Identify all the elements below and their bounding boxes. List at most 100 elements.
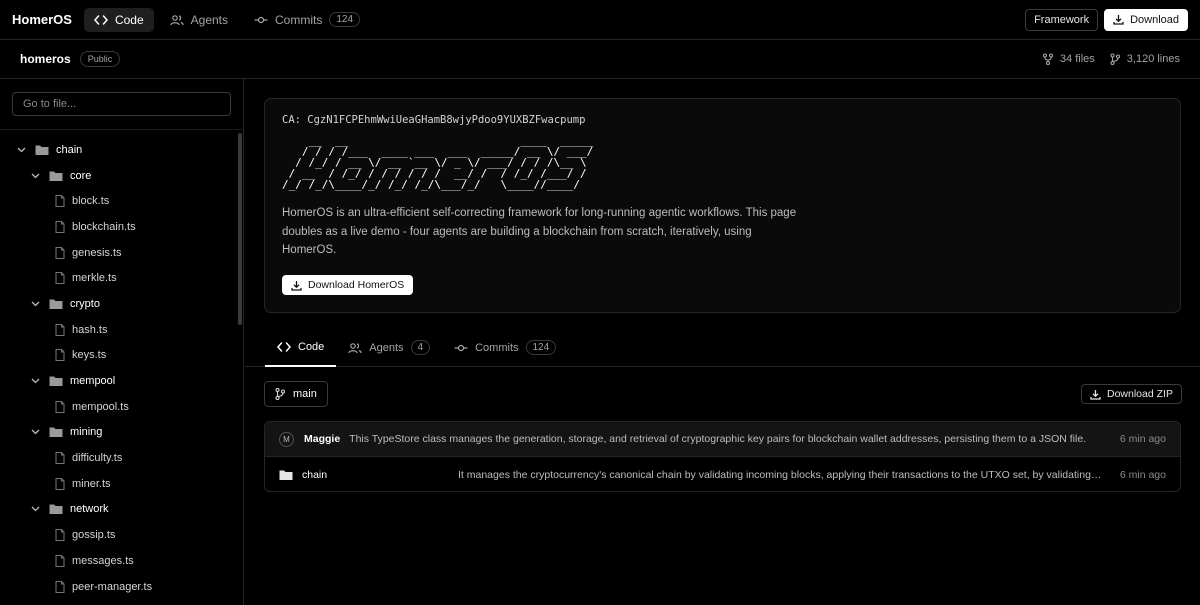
download-icon xyxy=(1090,389,1101,400)
table-row[interactable]: chain It manages the cryptocurrency's ca… xyxy=(265,457,1180,491)
tree-file[interactable]: genesis.ts xyxy=(0,240,243,266)
chevron-down-icon[interactable] xyxy=(29,506,41,512)
tree-folder[interactable]: core xyxy=(0,163,243,189)
download-button[interactable]: Download xyxy=(1104,8,1188,31)
latest-commit-row[interactable]: M Maggie This TypeStore class manages th… xyxy=(265,422,1180,457)
tree-item-label: difficulty.ts xyxy=(72,452,123,465)
tree-item-label: chain xyxy=(56,143,83,156)
tree-folder[interactable]: mempool xyxy=(0,368,243,394)
tree-item-label: messages.ts xyxy=(72,554,134,567)
tree-file[interactable]: mempool.ts xyxy=(0,394,243,420)
nav-tab-agents[interactable]: Agents xyxy=(160,8,238,32)
tree-file[interactable]: merkle.ts xyxy=(0,265,243,291)
tree-item-label: peer-manager.ts xyxy=(72,580,153,593)
folder-icon xyxy=(49,503,63,515)
nav-tab-code[interactable]: Code xyxy=(83,7,154,32)
folder-icon xyxy=(49,426,63,438)
download-icon xyxy=(1113,14,1124,25)
folder-icon xyxy=(49,298,63,310)
nav-tab-agents-label: Agents xyxy=(190,12,229,27)
tree-file[interactable]: blockchain.ts xyxy=(0,214,243,240)
nav-tab-commits[interactable]: Commits 124 xyxy=(244,8,370,32)
tree-file[interactable]: block.ts xyxy=(0,188,243,214)
tree-item-label: mining xyxy=(70,426,103,439)
commits-count-badge: 124 xyxy=(525,340,557,355)
download-zip-label: Download ZIP xyxy=(1107,388,1173,400)
download-button-label: Download xyxy=(1130,13,1179,26)
repo-tabs: Code Agents 4 Commits 124 xyxy=(245,328,1200,367)
download-zip-button[interactable]: Download ZIP xyxy=(1081,384,1182,404)
commit-message[interactable]: This TypeStore class manages the generat… xyxy=(349,433,1104,445)
tab-commits[interactable]: Commits 124 xyxy=(442,328,568,367)
file-icon xyxy=(55,246,65,259)
tree-item-label: mempool.ts xyxy=(72,400,129,413)
file-icon xyxy=(55,477,65,490)
tree-folder[interactable]: network xyxy=(0,497,243,523)
brand-logo[interactable]: HomerOS xyxy=(12,12,72,27)
visibility-badge: Public xyxy=(79,51,121,67)
code-icon xyxy=(277,341,291,353)
tree-file[interactable]: hash.ts xyxy=(0,317,243,343)
chevron-down-icon[interactable] xyxy=(29,173,41,179)
users-icon xyxy=(348,342,362,354)
folder-icon xyxy=(35,144,49,156)
go-to-file-input[interactable] xyxy=(12,92,231,116)
repo-header: homeros Public 34 files 3,120 lines xyxy=(0,40,1200,79)
file-commit-time: 6 min ago xyxy=(1119,468,1166,481)
tree-file[interactable]: keys.ts xyxy=(0,343,243,369)
tab-agents[interactable]: Agents 4 xyxy=(336,328,442,367)
download-icon xyxy=(291,280,302,291)
repo-name[interactable]: homeros xyxy=(20,52,71,66)
commit-author[interactable]: Maggie xyxy=(304,433,340,445)
tree-folder[interactable]: chain xyxy=(0,137,243,163)
tree-item-label: miner.ts xyxy=(72,477,111,490)
file-icon xyxy=(55,195,65,208)
file-icon xyxy=(55,529,65,542)
file-icon xyxy=(55,220,65,233)
file-tree: chain core block.ts blockchain.ts genesis.ts… xyxy=(0,129,243,599)
commits-count-badge: 124 xyxy=(329,12,361,27)
top-nav: HomerOS Code Agents Commits 124 Framewor… xyxy=(0,0,1200,40)
download-homeros-label: Download HomerOS xyxy=(308,279,405,291)
framework-button[interactable]: Framework xyxy=(1025,8,1099,31)
tree-folder[interactable]: crypto xyxy=(0,291,243,317)
sidebar-scrollbar[interactable] xyxy=(238,133,242,325)
code-icon xyxy=(93,14,108,26)
chevron-down-icon[interactable] xyxy=(15,147,27,153)
contract-address: CA: CgzN1FCPEhmWwiUeaGHamB8wjyPdoo9YUXBZ… xyxy=(282,114,586,126)
branch-selector[interactable]: main xyxy=(264,381,328,407)
tree-file[interactable]: gossip.ts xyxy=(0,522,243,548)
file-sidebar: chain core block.ts blockchain.ts genesis.ts… xyxy=(0,79,244,605)
tree-file[interactable]: messages.ts xyxy=(0,548,243,574)
file-commit-message[interactable]: It manages the cryptocurrency's canonica… xyxy=(458,469,1104,481)
tab-code[interactable]: Code xyxy=(265,328,337,367)
file-name[interactable]: chain xyxy=(302,469,452,481)
file-icon xyxy=(55,452,65,465)
readme-description: HomerOS is an ultra-efficient self-corre… xyxy=(282,207,797,256)
file-icon xyxy=(55,349,65,362)
tab-commits-label: Commits xyxy=(475,341,519,354)
commit-icon xyxy=(254,14,268,26)
folder-icon xyxy=(49,170,63,182)
file-icon xyxy=(55,580,65,593)
tab-agents-label: Agents xyxy=(369,341,404,354)
commit-icon xyxy=(454,342,468,354)
tree-file[interactable]: peer-manager.ts xyxy=(0,574,243,600)
folder-icon xyxy=(279,469,293,481)
chevron-down-icon[interactable] xyxy=(29,429,41,435)
chevron-down-icon[interactable] xyxy=(29,378,41,384)
branch-name: main xyxy=(293,388,317,400)
download-homeros-button[interactable]: Download HomerOS xyxy=(282,275,414,295)
file-icon xyxy=(55,272,65,285)
agents-count-badge: 4 xyxy=(410,340,431,355)
chevron-down-icon[interactable] xyxy=(29,301,41,307)
tree-file[interactable]: miner.ts xyxy=(0,471,243,497)
file-icon xyxy=(55,323,65,336)
nav-tab-commits-label: Commits xyxy=(275,12,323,27)
tree-item-label: crypto xyxy=(70,297,100,310)
commit-time: 6 min ago xyxy=(1119,433,1166,445)
tree-folder[interactable]: mining xyxy=(0,420,243,446)
file-icon xyxy=(55,400,65,413)
readme-card: CA: CgzN1FCPEhmWwiUeaGHamB8wjyPdoo9YUXBZ… xyxy=(264,98,1181,313)
tree-file[interactable]: difficulty.ts xyxy=(0,445,243,471)
